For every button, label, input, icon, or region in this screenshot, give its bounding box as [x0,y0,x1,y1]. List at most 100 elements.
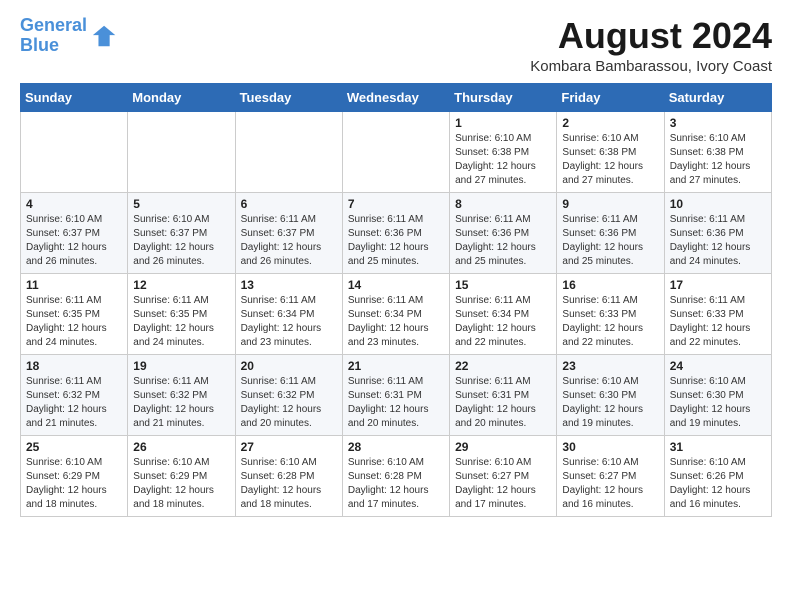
logo-icon [91,22,119,50]
calendar-cell: 12Sunrise: 6:11 AM Sunset: 6:35 PM Dayli… [128,273,235,354]
day-info: Sunrise: 6:11 AM Sunset: 6:37 PM Dayligh… [241,213,337,269]
calendar-cell: 26 Sunrise: 6:10 AM Sunset: 6:29 PM Dayli… [128,435,235,516]
calendar-table: SundayMondayTuesdayWednesdayThursdayFrid… [20,83,772,517]
day-number: 30 [562,440,658,454]
title-block: August 2024 Kombara Bambarassou, Ivory C… [530,16,772,75]
header: GeneralBlue August 2024 Kombara Bambaras… [20,16,772,75]
calendar-header-thursday: Thursday [450,83,557,111]
day-info: Sunrise: 6:10 AM Sunset: 6:27 PM Dayligh… [455,456,551,512]
calendar-cell: 8Sunrise: 6:11 AM Sunset: 6:36 PM Daylig… [450,192,557,273]
day-number: 20 [241,359,337,373]
day-number: 28 [348,440,444,454]
calendar-cell: 25 Sunrise: 6:10 AM Sunset: 6:29 PM Dayli… [21,435,128,516]
page: GeneralBlue August 2024 Kombara Bambaras… [0,0,792,533]
day-number: 6 [241,197,337,211]
calendar-cell: 15 Sunrise: 6:11 AM Sunset: 6:34 PM Dayli… [450,273,557,354]
day-info: Sunrise: 6:11 AM Sunset: 6:34 PM Dayligh… [348,294,444,350]
day-info: Sunrise: 6:10 AM Sunset: 6:27 PM Dayligh… [562,456,658,512]
day-number: 3 [670,116,766,130]
day-number: 31 [670,440,766,454]
day-number: 27 [241,440,337,454]
calendar-cell: 17 Sunrise: 6:11 AM Sunset: 6:33 PM Dayli… [664,273,771,354]
day-number: 14 [348,278,444,292]
day-info: Sunrise: 6:10 AM Sunset: 6:38 PM Dayligh… [670,132,766,188]
calendar-header-monday: Monday [128,83,235,111]
day-info: Sunrise: 6:11 AM Sunset: 6:32 PM Dayligh… [26,375,122,431]
day-number: 8 [455,197,551,211]
calendar-cell: 4 Sunrise: 6:10 AM Sunset: 6:37 PM Daylig… [21,192,128,273]
calendar-cell: 9Sunrise: 6:11 AM Sunset: 6:36 PM Daylig… [557,192,664,273]
calendar-cell: 1 Sunrise: 6:10 AM Sunset: 6:38 PM Daylig… [450,111,557,192]
calendar-cell: 5Sunrise: 6:10 AM Sunset: 6:37 PM Daylig… [128,192,235,273]
calendar-cell: 11 Sunrise: 6:11 AM Sunset: 6:35 PM Dayli… [21,273,128,354]
day-info: Sunrise: 6:11 AM Sunset: 6:35 PM Dayligh… [26,294,122,350]
day-info: Sunrise: 6:10 AM Sunset: 6:28 PM Dayligh… [348,456,444,512]
day-number: 23 [562,359,658,373]
day-info: Sunrise: 6:10 AM Sunset: 6:29 PM Dayligh… [133,456,229,512]
calendar-cell: 22 Sunrise: 6:11 AM Sunset: 6:31 PM Dayli… [450,354,557,435]
day-number: 11 [26,278,122,292]
calendar-week-row: 1 Sunrise: 6:10 AM Sunset: 6:38 PM Daylig… [21,111,772,192]
day-number: 13 [241,278,337,292]
day-number: 25 [26,440,122,454]
day-info: Sunrise: 6:10 AM Sunset: 6:37 PM Dayligh… [133,213,229,269]
day-number: 18 [26,359,122,373]
calendar-header-row: SundayMondayTuesdayWednesdayThursdayFrid… [21,83,772,111]
day-number: 4 [26,197,122,211]
day-info: Sunrise: 6:11 AM Sunset: 6:34 PM Dayligh… [455,294,551,350]
calendar-cell: 19 Sunrise: 6:11 AM Sunset: 6:32 PM Dayli… [128,354,235,435]
day-info: Sunrise: 6:10 AM Sunset: 6:38 PM Dayligh… [455,132,551,188]
day-info: Sunrise: 6:11 AM Sunset: 6:31 PM Dayligh… [455,375,551,431]
calendar-cell: 30 Sunrise: 6:10 AM Sunset: 6:27 PM Dayli… [557,435,664,516]
day-info: Sunrise: 6:10 AM Sunset: 6:28 PM Dayligh… [241,456,337,512]
calendar-cell: 28 Sunrise: 6:10 AM Sunset: 6:28 PM Dayli… [342,435,449,516]
day-number: 16 [562,278,658,292]
calendar-cell: 27 Sunrise: 6:10 AM Sunset: 6:28 PM Dayli… [235,435,342,516]
day-number: 29 [455,440,551,454]
day-info: Sunrise: 6:11 AM Sunset: 6:33 PM Dayligh… [562,294,658,350]
day-info: Sunrise: 6:10 AM Sunset: 6:38 PM Dayligh… [562,132,658,188]
calendar-cell: 2 Sunrise: 6:10 AM Sunset: 6:38 PM Daylig… [557,111,664,192]
day-number: 22 [455,359,551,373]
day-number: 7 [348,197,444,211]
calendar-cell: 20 Sunrise: 6:11 AM Sunset: 6:32 PM Dayli… [235,354,342,435]
day-number: 12 [133,278,229,292]
calendar-week-row: 11 Sunrise: 6:11 AM Sunset: 6:35 PM Dayli… [21,273,772,354]
day-info: Sunrise: 6:11 AM Sunset: 6:32 PM Dayligh… [241,375,337,431]
logo: GeneralBlue [20,16,119,56]
day-number: 2 [562,116,658,130]
day-info: Sunrise: 6:11 AM Sunset: 6:36 PM Dayligh… [670,213,766,269]
day-info: Sunrise: 6:10 AM Sunset: 6:30 PM Dayligh… [670,375,766,431]
day-info: Sunrise: 6:10 AM Sunset: 6:30 PM Dayligh… [562,375,658,431]
calendar-cell: 21 Sunrise: 6:11 AM Sunset: 6:31 PM Dayli… [342,354,449,435]
calendar-cell: 18 Sunrise: 6:11 AM Sunset: 6:32 PM Dayli… [21,354,128,435]
calendar-week-row: 25 Sunrise: 6:10 AM Sunset: 6:29 PM Dayli… [21,435,772,516]
day-number: 17 [670,278,766,292]
calendar-cell: 10 Sunrise: 6:11 AM Sunset: 6:36 PM Dayli… [664,192,771,273]
day-info: Sunrise: 6:10 AM Sunset: 6:29 PM Dayligh… [26,456,122,512]
calendar-cell: 14 Sunrise: 6:11 AM Sunset: 6:34 PM Dayli… [342,273,449,354]
day-number: 21 [348,359,444,373]
main-title: August 2024 [530,16,772,56]
day-number: 19 [133,359,229,373]
day-info: Sunrise: 6:11 AM Sunset: 6:31 PM Dayligh… [348,375,444,431]
day-info: Sunrise: 6:10 AM Sunset: 6:37 PM Dayligh… [26,213,122,269]
calendar-header-friday: Friday [557,83,664,111]
calendar-week-row: 18 Sunrise: 6:11 AM Sunset: 6:32 PM Dayli… [21,354,772,435]
calendar-cell: 16 Sunrise: 6:11 AM Sunset: 6:33 PM Dayli… [557,273,664,354]
day-number: 15 [455,278,551,292]
calendar-cell: 6 Sunrise: 6:11 AM Sunset: 6:37 PM Daylig… [235,192,342,273]
calendar-cell: 24Sunrise: 6:10 AM Sunset: 6:30 PM Dayli… [664,354,771,435]
calendar-cell [128,111,235,192]
calendar-cell: 29 Sunrise: 6:10 AM Sunset: 6:27 PM Dayli… [450,435,557,516]
day-info: Sunrise: 6:11 AM Sunset: 6:32 PM Dayligh… [133,375,229,431]
day-info: Sunrise: 6:11 AM Sunset: 6:34 PM Dayligh… [241,294,337,350]
day-number: 9 [562,197,658,211]
calendar-cell: 23 Sunrise: 6:10 AM Sunset: 6:30 PM Dayli… [557,354,664,435]
sub-title: Kombara Bambarassou, Ivory Coast [530,58,772,75]
day-number: 1 [455,116,551,130]
day-number: 26 [133,440,229,454]
day-info: Sunrise: 6:11 AM Sunset: 6:33 PM Dayligh… [670,294,766,350]
day-number: 10 [670,197,766,211]
calendar-header-tuesday: Tuesday [235,83,342,111]
